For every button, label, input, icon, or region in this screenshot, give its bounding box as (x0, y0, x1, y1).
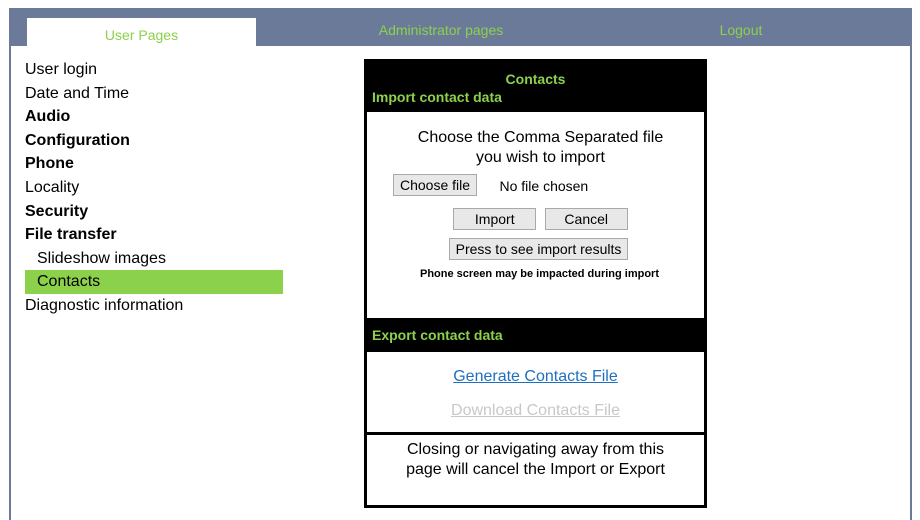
sidebar-item-security[interactable]: Security (25, 200, 295, 224)
sidebar-item-configuration[interactable]: Configuration (25, 129, 295, 153)
file-picker-row: Choose file No file chosen (367, 174, 704, 200)
sidebar-item-user-login[interactable]: User login (25, 58, 295, 82)
sidebar-item-date-and-time[interactable]: Date and Time (25, 82, 295, 106)
import-button[interactable]: Import (453, 208, 537, 230)
sidebar-nav: User login Date and Time Audio Configura… (25, 58, 295, 318)
sidebar-item-slideshow-images[interactable]: Slideshow images (25, 247, 295, 271)
sidebar-item-file-transfer[interactable]: File transfer (25, 223, 295, 247)
sidebar-item-contacts[interactable]: Contacts (25, 270, 283, 294)
top-nav-bar: User Pages Administrator pages Logout (11, 8, 910, 58)
sidebar-item-phone[interactable]: Phone (25, 152, 295, 176)
tab-logout[interactable]: Logout (691, 20, 791, 40)
choose-line-1: Choose the Comma Separated file (417, 129, 664, 146)
export-heading: Export contact data (367, 318, 704, 352)
generate-contacts-link[interactable]: Generate Contacts File (367, 368, 704, 386)
import-section: Choose the Comma Separated file you wish… (367, 112, 704, 318)
contacts-panel: Contacts Import contact data Choose the … (364, 59, 707, 508)
panel-title: Contacts (505, 71, 566, 87)
import-results-button[interactable]: Press to see import results (448, 238, 629, 260)
export-section: Generate Contacts File Download Contacts… (367, 352, 704, 435)
sidebar-item-diagnostic-information[interactable]: Diagnostic information (25, 294, 295, 318)
navigation-notice: Closing or navigating away from this pag… (406, 441, 665, 478)
sidebar-item-audio[interactable]: Audio (25, 105, 295, 129)
cancel-button[interactable]: Cancel (544, 208, 628, 230)
panel-header: Contacts Import contact data (367, 62, 704, 112)
sidebar-item-locality[interactable]: Locality (25, 176, 295, 200)
choose-file-button[interactable]: Choose file (393, 174, 478, 196)
download-contacts-link: Download Contacts File (451, 402, 620, 419)
import-heading: Import contact data (372, 89, 502, 105)
tab-administrator-pages[interactable]: Administrator pages (341, 20, 541, 40)
file-status: No file chosen (499, 177, 589, 194)
import-warning: Phone screen may be impacted during impo… (420, 268, 659, 280)
import-actions: Import Cancel (367, 208, 704, 230)
choose-line-2: you wish to import (476, 149, 605, 166)
tab-user-pages[interactable]: User Pages (27, 18, 256, 58)
choose-file-instructions: Choose the Comma Separated file you wish… (377, 128, 704, 168)
